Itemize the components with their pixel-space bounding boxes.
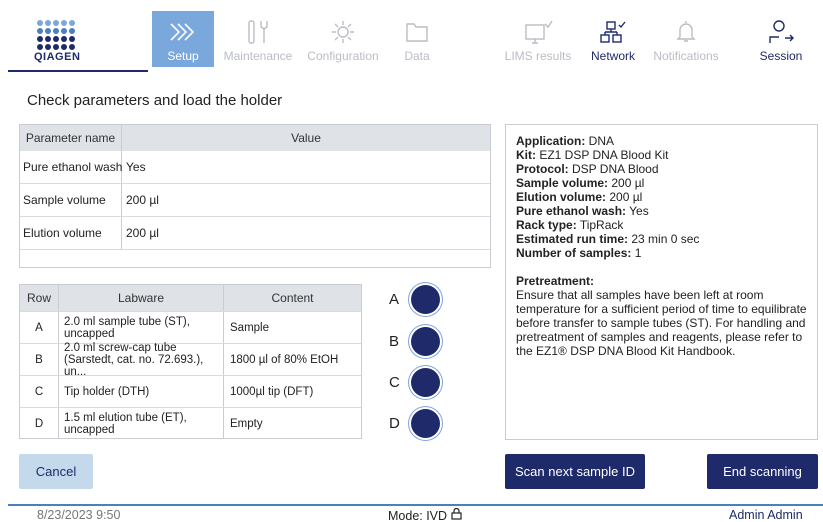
rack-position-label: A — [389, 290, 400, 308]
info-application: Application: DNA — [516, 134, 615, 148]
nav-network[interactable]: Network — [586, 11, 640, 67]
monitor-check-icon — [521, 18, 555, 46]
column-header-parameter: Parameter name — [20, 125, 122, 151]
chevrons-right-icon — [166, 18, 200, 46]
row-letter: C — [20, 376, 59, 407]
nav-session[interactable]: Session — [755, 11, 807, 67]
parameter-table-header: Parameter name Value — [20, 125, 490, 151]
nav-configuration[interactable]: Configuration — [301, 11, 385, 67]
row-letter: B — [20, 344, 59, 375]
nav-maintenance[interactable]: Maintenance — [220, 11, 296, 67]
rack-position-a[interactable]: A — [389, 282, 459, 316]
nav-configuration-label: Configuration — [307, 49, 379, 63]
run-summary-panel: Application: DNA Kit: EZ1 DSP DNA Blood … — [505, 124, 818, 440]
parameter-name: Pure ethanol wash — [20, 151, 122, 183]
qiagen-logo: QIAGEN — [34, 18, 82, 68]
tube-circle-icon — [411, 367, 440, 397]
labware-table-header: Row Labware Content — [20, 285, 361, 311]
gear-icon — [326, 18, 360, 46]
cancel-button[interactable]: Cancel — [19, 454, 93, 489]
nav-setup-label: Setup — [167, 49, 199, 63]
rack-position-label: D — [389, 414, 400, 432]
logo-text: QIAGEN — [34, 51, 81, 63]
tube-circle-icon — [411, 284, 440, 314]
table-row: D 1.5 ml elution tube (ET), uncapped Emp… — [20, 407, 361, 439]
labware-name: 1.5 ml elution tube (ET), uncapped — [59, 408, 224, 439]
labware-content: Empty — [230, 417, 263, 430]
nav-lims-results[interactable]: LIMS results — [500, 11, 576, 67]
top-navigation-bar: QIAGEN Setup Maintenance Configuration D… — [0, 0, 823, 76]
folder-icon — [400, 18, 434, 46]
column-header-labware: Labware — [59, 285, 224, 311]
parameter-value: 200 µl — [126, 226, 159, 240]
labware-content: Sample — [230, 321, 269, 334]
table-row: B 2.0 ml screw-cap tube (Sarstedt, cat. … — [20, 342, 361, 378]
parameter-name: Elution volume — [20, 217, 122, 249]
lock-icon — [451, 507, 462, 522]
footer-mode: Mode: IVD — [388, 507, 462, 522]
tube-circle-icon — [411, 408, 440, 438]
info-sample-volume: Sample volume: 200 µl — [516, 176, 645, 190]
network-check-icon — [596, 18, 630, 46]
nav-data-label: Data — [404, 49, 430, 63]
info-elution-volume: Elution volume: 200 µl — [516, 190, 643, 204]
info-samples: Number of samples: 1 — [516, 246, 642, 260]
column-header-value: Value — [291, 131, 321, 145]
footer-divider — [8, 504, 823, 506]
page-title: Check parameters and load the holder — [27, 92, 283, 109]
mode-text: Mode: IVD — [388, 508, 448, 522]
tube-circle-icon — [411, 326, 440, 356]
scan-next-sample-button[interactable]: Scan next sample ID — [505, 454, 645, 489]
nav-notifications-label: Notifications — [653, 49, 719, 63]
rack-position-c[interactable]: C — [389, 365, 459, 399]
table-row: A 2.0 ml sample tube (ST), uncapped Samp… — [20, 311, 361, 343]
info-ethanol-wash: Pure ethanol wash: Yes — [516, 204, 649, 218]
nav-setup[interactable]: Setup — [152, 11, 214, 67]
header-spacer — [500, 70, 823, 71]
column-header-content: Content — [271, 291, 314, 305]
labware-name: 2.0 ml sample tube (ST), uncapped — [59, 312, 224, 343]
table-row: Pure ethanol wash Yes — [20, 151, 490, 184]
nav-data[interactable]: Data — [395, 11, 439, 67]
labware-name: 2.0 ml screw-cap tube (Sarstedt, cat. no… — [59, 342, 224, 378]
user-logout-icon — [764, 18, 798, 46]
nav-lims-label: LIMS results — [504, 49, 572, 63]
tools-icon — [241, 18, 275, 46]
table-row: Sample volume 200 µl — [20, 184, 490, 217]
footer-datetime: 8/23/2023 9:50 — [37, 508, 121, 522]
rack-position-label: C — [389, 373, 400, 391]
parameter-table: Parameter name Value Pure ethanol wash Y… — [19, 124, 491, 268]
info-pretreatment-heading: Pretreatment: — [516, 274, 595, 288]
labware-table: Row Labware Content A 2.0 ml sample tube… — [19, 284, 362, 439]
table-row: Elution volume 200 µl — [20, 217, 490, 250]
nav-session-label: Session — [759, 49, 803, 63]
rack-position-b[interactable]: B — [389, 324, 459, 358]
parameter-value: Yes — [126, 160, 146, 174]
parameter-value: 200 µl — [126, 193, 159, 207]
rack-position-label: B — [389, 332, 400, 350]
row-letter: D — [20, 408, 59, 439]
row-letter: A — [20, 312, 59, 343]
bell-icon — [669, 18, 703, 46]
info-pretreatment-text: Ensure that all samples have been left a… — [516, 288, 807, 358]
labware-content: 1000µl tip (DFT) — [230, 385, 314, 398]
info-kit: Kit: EZ1 DSP DNA Blood Kit — [516, 148, 669, 162]
labware-name: Tip holder (DTH) — [59, 376, 224, 407]
nav-network-label: Network — [590, 49, 635, 63]
parameter-name: Sample volume — [20, 184, 122, 216]
column-header-row: Row — [20, 285, 59, 311]
info-run-time: Estimated run time: 23 min 0 sec — [516, 232, 700, 246]
table-row: C Tip holder (DTH) 1000µl tip (DFT) — [20, 375, 361, 407]
rack-position-d[interactable]: D — [389, 406, 459, 440]
footer-user[interactable]: Admin Admin — [729, 508, 803, 522]
nav-notifications[interactable]: Notifications — [648, 11, 724, 67]
labware-content: 1800 µl of 80% EtOH — [230, 353, 339, 366]
nav-maintenance-label: Maintenance — [223, 49, 293, 63]
info-rack-type: Rack type: TipRack — [516, 218, 624, 232]
info-protocol: Protocol: DSP DNA Blood — [516, 162, 659, 176]
header-divider — [8, 70, 148, 72]
end-scanning-button[interactable]: End scanning — [707, 454, 818, 489]
